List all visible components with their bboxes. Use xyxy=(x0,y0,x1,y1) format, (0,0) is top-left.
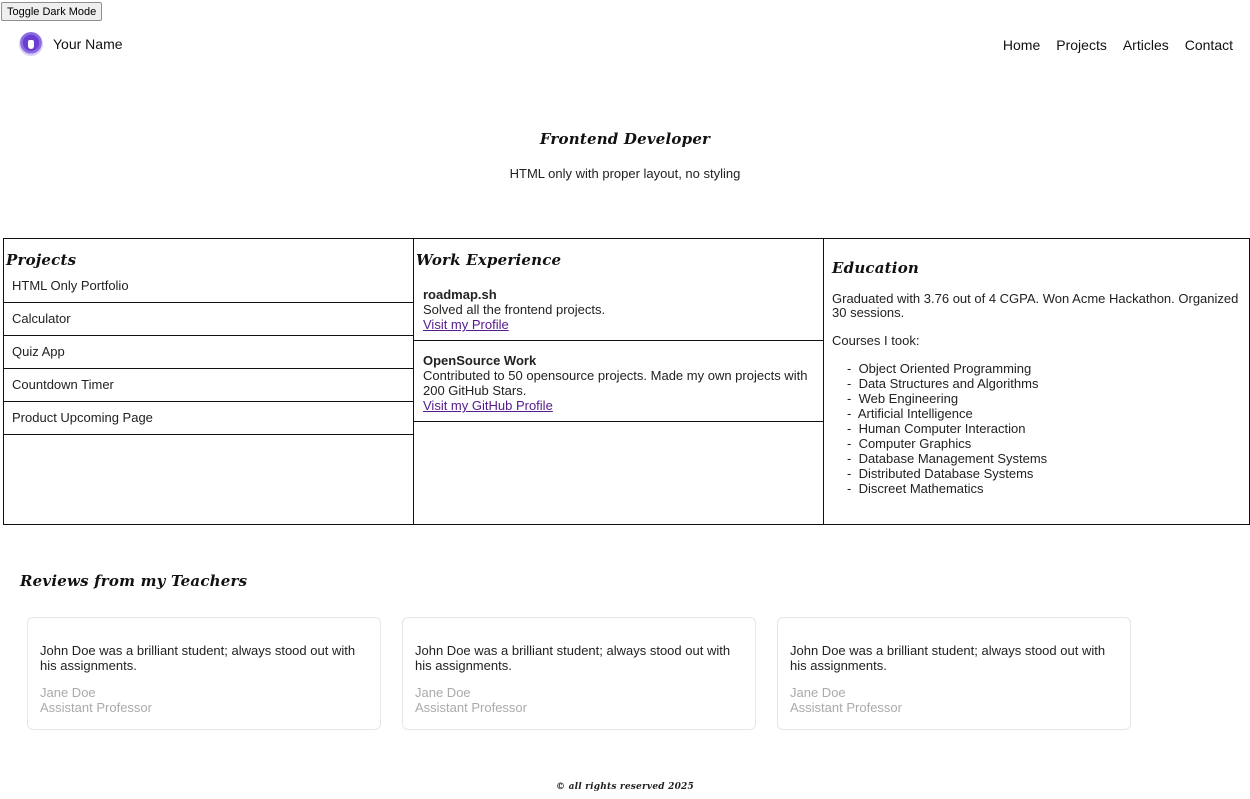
github-profile-link[interactable]: Visit my GitHub Profile xyxy=(423,398,553,413)
review-text: John Doe was a brilliant student; always… xyxy=(415,643,731,673)
review-card: John Doe was a brilliant student; always… xyxy=(27,617,381,730)
work-name: roadmap.sh xyxy=(423,287,497,302)
hero-section: Frontend Developer HTML only with proper… xyxy=(0,130,1250,181)
review-card: John Doe was a brilliant student; always… xyxy=(777,617,1131,730)
nav-link-contact[interactable]: Contact xyxy=(1185,37,1233,53)
nav-link-projects[interactable]: Projects xyxy=(1056,37,1107,53)
work-heading: Work Experience xyxy=(416,251,562,269)
course-item: Artificial Intelligence xyxy=(847,406,1241,421)
profile-link[interactable]: Visit my Profile xyxy=(423,317,509,332)
site-header: Your Name Home Projects Articles Contact xyxy=(0,30,1250,60)
work-description: Solved all the frontend projects. xyxy=(423,302,606,317)
project-item[interactable]: Product Upcoming Page xyxy=(4,402,413,435)
project-item[interactable]: Quiz App xyxy=(4,336,413,369)
footer-copyright: © all rights reserved 2025 xyxy=(556,782,694,792)
course-item: Web Engineering xyxy=(847,391,1241,406)
review-role: Assistant Professor xyxy=(790,700,902,715)
hero-subtitle: HTML only with proper layout, no styling xyxy=(509,166,741,181)
nav-link-articles[interactable]: Articles xyxy=(1123,37,1169,53)
project-item[interactable]: Countdown Timer xyxy=(4,369,413,402)
course-item: Distributed Database Systems xyxy=(847,466,1241,481)
work-item: OpenSource Work Contributed to 50 openso… xyxy=(414,341,823,422)
review-text: John Doe was a brilliant student; always… xyxy=(40,643,356,673)
review-role: Assistant Professor xyxy=(415,700,527,715)
hero-title: Frontend Developer xyxy=(539,130,711,148)
course-item: Discreet Mathematics xyxy=(847,481,1241,496)
review-role: Assistant Professor xyxy=(40,700,152,715)
main-nav: Home Projects Articles Contact xyxy=(1003,37,1233,53)
review-author: Jane Doe xyxy=(415,685,471,700)
course-item: Human Computer Interaction xyxy=(847,421,1241,436)
education-column: Education Graduated with 3.76 out of 4 C… xyxy=(824,239,1249,524)
nav-link-home[interactable]: Home xyxy=(1003,37,1040,53)
work-column: Work Experience roadmap.sh Solved all th… xyxy=(414,239,824,524)
projects-column: Projects HTML Only Portfolio Calculator … xyxy=(4,239,414,524)
review-author: Jane Doe xyxy=(790,685,846,700)
course-list: Object Oriented Programming Data Structu… xyxy=(832,361,1241,496)
course-item: Data Structures and Algorithms xyxy=(847,376,1241,391)
work-description: Contributed to 50 opensource projects. M… xyxy=(423,368,808,398)
projects-list: HTML Only Portfolio Calculator Quiz App … xyxy=(4,277,413,435)
reviews-heading: Reviews from my Teachers xyxy=(20,572,248,590)
work-item: roadmap.sh Solved all the frontend proje… xyxy=(414,275,823,341)
logo-icon xyxy=(19,32,43,56)
review-text: John Doe was a brilliant student; always… xyxy=(790,643,1106,673)
brand-name: Your Name xyxy=(53,36,123,52)
course-item: Computer Graphics xyxy=(847,436,1241,451)
course-item: Database Management Systems xyxy=(847,451,1241,466)
courses-label: Courses I took: xyxy=(832,333,920,348)
review-card: John Doe was a brilliant student; always… xyxy=(402,617,756,730)
project-item[interactable]: HTML Only Portfolio xyxy=(4,277,413,303)
projects-heading: Projects xyxy=(6,251,77,269)
review-author: Jane Doe xyxy=(40,685,96,700)
toggle-dark-mode-button[interactable]: Toggle Dark Mode xyxy=(1,2,103,21)
info-grid: Projects HTML Only Portfolio Calculator … xyxy=(3,238,1250,525)
brand[interactable]: Your Name xyxy=(19,32,123,56)
course-item: Object Oriented Programming xyxy=(847,361,1241,376)
project-item[interactable]: Calculator xyxy=(4,303,413,336)
education-summary: Graduated with 3.76 out of 4 CGPA. Won A… xyxy=(832,291,1239,320)
education-heading: Education xyxy=(832,259,920,277)
work-name: OpenSource Work xyxy=(423,353,537,368)
